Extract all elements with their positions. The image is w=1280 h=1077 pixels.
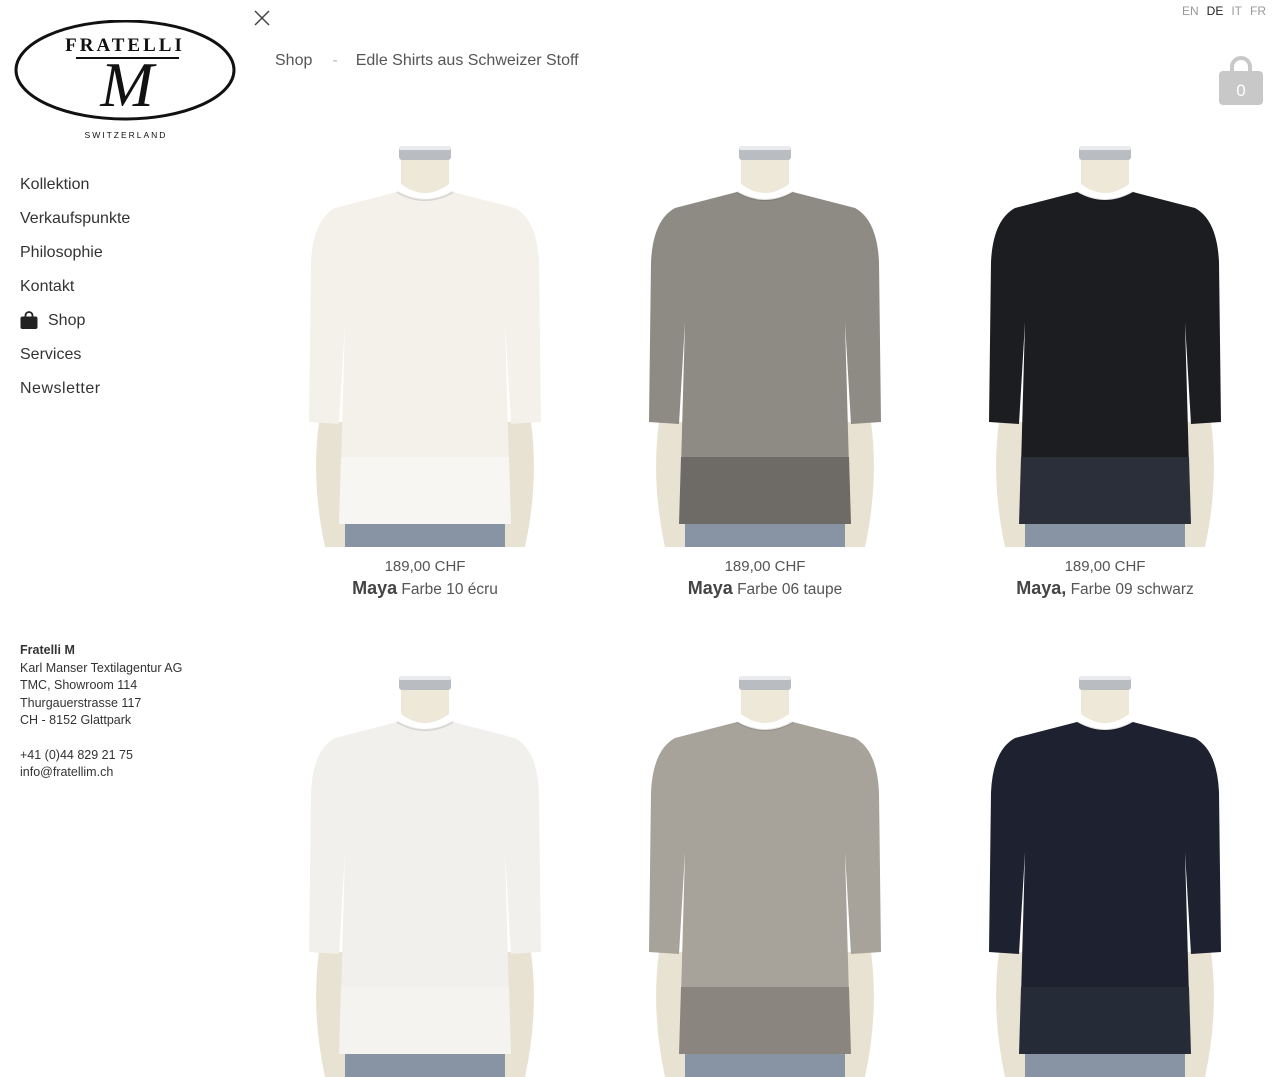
address-line: Karl Manser Textilagentur AG — [20, 660, 183, 675]
address-line: TMC, Showroom 114 — [20, 678, 138, 692]
product-image[interactable] — [645, 652, 885, 1077]
product-card[interactable]: 189,00 CHF Maya Farbe 06 taupe — [615, 122, 915, 599]
product-name: Maya — [352, 578, 398, 598]
company-address: Fratelli M Karl Manser Textilagentur AG … — [20, 642, 182, 782]
brand-country: SWITZERLAND — [85, 130, 168, 140]
nav-label: Services — [20, 346, 82, 363]
product-card[interactable] — [275, 652, 575, 1077]
nav-item-shop[interactable]: Shop — [20, 311, 130, 345]
cart-count: 0 — [1236, 81, 1246, 100]
brand-monogram: M — [99, 49, 157, 120]
breadcrumb: Shop - Edle Shirts aus Schweizer Stoff — [275, 52, 579, 70]
nav-label: Verkaufspunkte — [20, 210, 131, 227]
breadcrumb-separator: - — [332, 52, 338, 69]
nav-label: Newsletter — [20, 380, 101, 397]
product-card[interactable]: 189,00 CHF Maya Farbe 10 écru — [275, 122, 575, 599]
nav-item-verkaufspunkte[interactable]: Verkaufspunkte — [20, 209, 130, 243]
nav-label: Shop — [48, 312, 86, 329]
product-image[interactable] — [645, 122, 885, 547]
email-link[interactable]: info@fratellim.ch — [20, 764, 182, 782]
lang-it[interactable]: IT — [1231, 4, 1242, 18]
nav-label: Kontakt — [20, 278, 75, 295]
product-name: Maya — [687, 578, 733, 598]
product-title: Maya Farbe 06 taupe — [615, 578, 915, 599]
product-title: Maya Farbe 10 écru — [275, 578, 575, 599]
product-variant: Farbe 10 écru — [401, 581, 498, 598]
product-price: 189,00 CHF — [384, 558, 466, 575]
nav-item-services[interactable]: Services — [20, 345, 130, 379]
company-name: Fratelli M — [20, 643, 75, 657]
product-title: Maya, Farbe 09 schwarz — [955, 578, 1255, 599]
address-line: Thurgauerstrasse 117 — [20, 695, 142, 710]
product-card[interactable]: 189,00 CHF Maya, Farbe 09 schwarz — [955, 122, 1255, 599]
nav-item-kollektion[interactable]: Kollektion — [20, 175, 130, 209]
nav-item-philosophie[interactable]: Philosophie — [20, 243, 130, 277]
phone-number[interactable]: +41 (0)44 829 21 75 — [20, 747, 182, 765]
product-image[interactable] — [985, 122, 1225, 547]
breadcrumb-shop[interactable]: Shop — [275, 52, 312, 70]
product-name: Maya, — [1016, 578, 1067, 598]
nav-item-kontakt[interactable]: Kontakt — [20, 277, 130, 311]
close-icon[interactable] — [252, 8, 272, 28]
product-card[interactable] — [615, 652, 915, 1077]
brand-logo[interactable]: FRATELLI M SWITZERLAND — [14, 19, 236, 142]
product-image[interactable] — [985, 652, 1225, 1077]
nav-item-newsletter[interactable]: Newsletter — [20, 379, 130, 413]
address-line: CH - 8152 Glattpark — [20, 713, 132, 727]
language-switcher: EN DE IT FR — [1182, 4, 1266, 18]
product-image[interactable] — [305, 122, 545, 547]
lang-fr[interactable]: FR — [1250, 4, 1266, 18]
product-card[interactable] — [955, 652, 1255, 1077]
lang-de[interactable]: DE — [1207, 4, 1224, 18]
nav-label: Kollektion — [20, 176, 90, 193]
product-price: 189,00 CHF — [1064, 558, 1146, 575]
main-navigation: Kollektion Verkaufspunkte Philosophie Ko… — [20, 175, 130, 413]
nav-label: Philosophie — [20, 244, 103, 261]
shopping-bag-icon — [20, 311, 38, 329]
product-variant: Farbe 06 taupe — [737, 581, 843, 598]
product-image[interactable] — [305, 652, 545, 1077]
product-variant: Farbe 09 schwarz — [1070, 581, 1194, 598]
breadcrumb-current: Edle Shirts aus Schweizer Stoff — [355, 52, 579, 69]
product-price: 189,00 CHF — [724, 558, 806, 575]
lang-en[interactable]: EN — [1182, 4, 1199, 18]
